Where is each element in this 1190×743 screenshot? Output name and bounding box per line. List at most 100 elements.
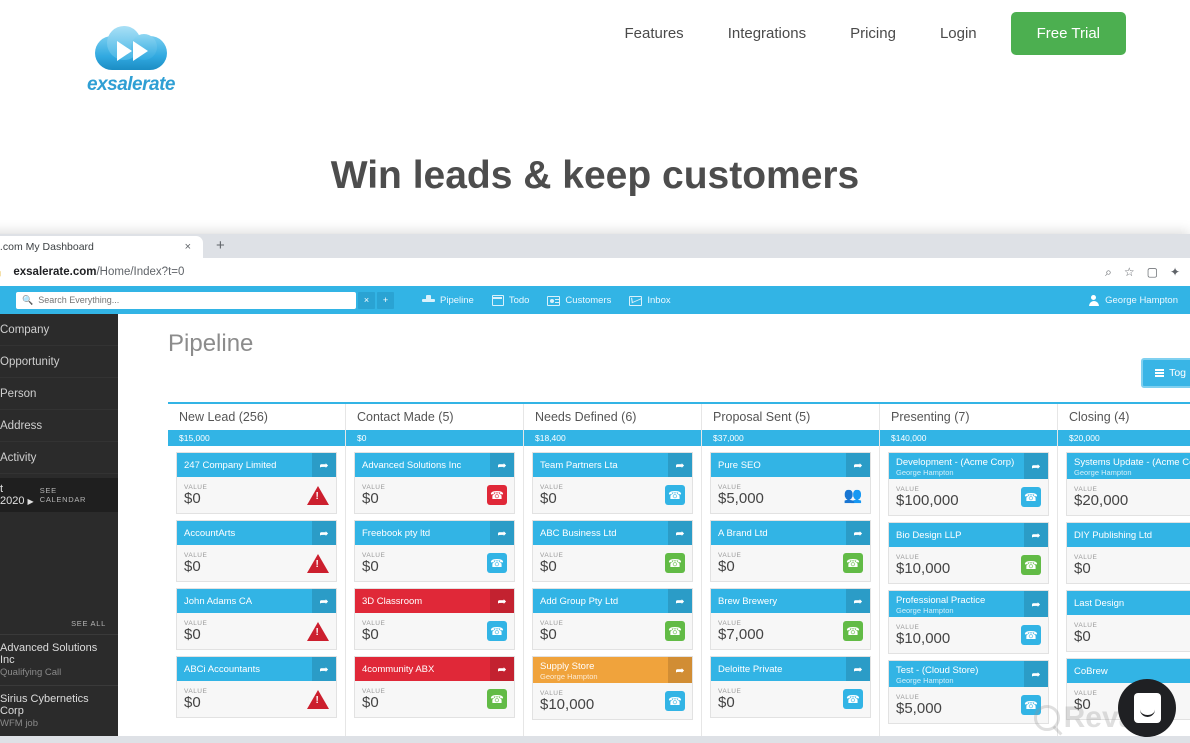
toggle-button[interactable]: Tog: [1141, 358, 1190, 388]
opportunity-card[interactable]: 4community ABX ➦ VALUE $0 ☎: [354, 656, 515, 718]
address-bar[interactable]: exsalerate.com/Home/Index?t=0: [13, 266, 1095, 278]
share-arrow-icon[interactable]: ➦: [312, 521, 336, 545]
phone-icon[interactable]: ☎: [487, 689, 507, 709]
card-header[interactable]: CoBrew➦: [1067, 659, 1190, 683]
opportunity-card[interactable]: Team Partners Lta ➦ VALUE $0 ☎: [532, 452, 693, 514]
card-header[interactable]: Test - (Cloud Store) George Hampton ➦: [889, 661, 1048, 687]
share-arrow-icon[interactable]: ➦: [846, 589, 870, 613]
search-input[interactable]: [38, 295, 350, 305]
share-arrow-icon[interactable]: ➦: [668, 657, 692, 683]
zoom-icon[interactable]: ⌕: [1105, 265, 1112, 280]
share-arrow-icon[interactable]: ➦: [668, 589, 692, 613]
card-header[interactable]: 4community ABX ➦: [355, 657, 514, 681]
see-calendar-link[interactable]: SEE CALENDAR: [40, 486, 106, 504]
new-tab-icon[interactable]: +: [216, 238, 225, 254]
people-icon[interactable]: 👥: [843, 485, 863, 505]
warning-icon[interactable]: [307, 689, 329, 709]
share-arrow-icon[interactable]: ➦: [1024, 453, 1048, 479]
see-all-link[interactable]: SEE ALL: [71, 619, 106, 628]
nav-item-integrations[interactable]: Integrations: [706, 15, 828, 52]
app-nav-inbox[interactable]: Inbox: [629, 295, 671, 306]
card-header[interactable]: 3D Classroom ➦: [355, 589, 514, 613]
share-arrow-icon[interactable]: ➦: [1024, 661, 1048, 687]
card-header[interactable]: Pure SEO ➦: [711, 453, 870, 477]
phone-icon[interactable]: ☎: [843, 553, 863, 573]
opportunity-card[interactable]: John Adams CA ➦ VALUE $0: [176, 588, 337, 650]
phone-icon[interactable]: ☎: [1021, 695, 1041, 715]
card-header[interactable]: John Adams CA ➦: [177, 589, 336, 613]
user-menu[interactable]: George Hampton: [1088, 294, 1178, 306]
phone-icon[interactable]: ☎: [665, 485, 685, 505]
opportunity-card[interactable]: 247 Company Limited ➦ VALUE $0: [176, 452, 337, 514]
chat-widget-button[interactable]: [1118, 679, 1176, 737]
phone-icon[interactable]: ☎: [1021, 625, 1041, 645]
search-add-button[interactable]: +: [377, 291, 394, 309]
browser-tab[interactable]: erate.com My Dashboard ×: [0, 236, 203, 258]
card-header[interactable]: A Brand Ltd ➦: [711, 521, 870, 545]
card-header[interactable]: Development - (Acme Corp) George Hampton ➦: [889, 453, 1048, 479]
opportunity-card[interactable]: AccountArts ➦ VALUE $0: [176, 520, 337, 582]
share-arrow-icon[interactable]: ➦: [846, 521, 870, 545]
card-header[interactable]: ABC Business Ltd ➦: [533, 521, 692, 545]
sidebar-item-activity[interactable]: Activity: [0, 442, 118, 474]
card-header[interactable]: ABCi Accountants ➦: [177, 657, 336, 681]
app-nav-todo[interactable]: Todo: [491, 294, 529, 306]
opportunity-card[interactable]: Test - (Cloud Store) George Hampton ➦ VALUE…: [888, 660, 1049, 724]
search-box[interactable]: 🔍: [16, 291, 356, 309]
opportunity-card[interactable]: Supply Store George Hampton ➦ VALUE $10,000 ☎: [532, 656, 693, 720]
phone-icon[interactable]: ☎: [665, 621, 685, 641]
card-header[interactable]: Professional Practice George Hampton ➦: [889, 591, 1048, 617]
sidebar-task-item[interactable]: Advanced Solutions Inc Qualifying Call: [0, 634, 118, 685]
card-header[interactable]: Team Partners Lta ➦: [533, 453, 692, 477]
sidebar-item-person[interactable]: Person: [0, 378, 118, 410]
sidebar-task-item[interactable]: Sirius Cybernetics Corp WFM job: [0, 685, 118, 736]
extensions-puzzle-icon[interactable]: ✦: [1170, 265, 1180, 279]
warning-icon[interactable]: [307, 621, 329, 641]
card-header[interactable]: Systems Update - (Acme Corp)George Hampt…: [1067, 453, 1190, 479]
sidebar-item-company[interactable]: Company: [0, 314, 118, 346]
opportunity-card[interactable]: Professional Practice George Hampton ➦ VALU…: [888, 590, 1049, 654]
opportunity-card[interactable]: ABCi Accountants ➦ VALUE $0: [176, 656, 337, 718]
share-arrow-icon[interactable]: ➦: [490, 453, 514, 477]
card-header[interactable]: Bio Design LLP ➦: [889, 523, 1048, 547]
close-icon[interactable]: ×: [181, 241, 195, 253]
warning-icon[interactable]: [307, 485, 329, 505]
card-header[interactable]: Advanced Solutions Inc ➦: [355, 453, 514, 477]
sidebar-item-address[interactable]: Address: [0, 410, 118, 442]
warning-icon[interactable]: [307, 553, 329, 573]
phone-icon[interactable]: ☎: [665, 553, 685, 573]
share-arrow-icon[interactable]: ➦: [668, 521, 692, 545]
card-header[interactable]: AccountArts ➦: [177, 521, 336, 545]
phone-icon[interactable]: ☎: [665, 691, 685, 711]
bookmark-star-icon[interactable]: ☆: [1124, 265, 1135, 279]
share-arrow-icon[interactable]: ➦: [490, 521, 514, 545]
opportunity-card[interactable]: Systems Update - (Acme Corp)George Hampt…: [1066, 452, 1190, 516]
opportunity-card[interactable]: Pure SEO ➦ VALUE $5,000 👥: [710, 452, 871, 514]
opportunity-card[interactable]: DIY Publishing Ltd➦ VALUE$0: [1066, 522, 1190, 584]
card-header[interactable]: Brew Brewery ➦: [711, 589, 870, 613]
opportunity-card[interactable]: Development - (Acme Corp) George Hampton ➦…: [888, 452, 1049, 516]
phone-icon[interactable]: ☎: [487, 621, 507, 641]
share-arrow-icon[interactable]: ➦: [312, 453, 336, 477]
search-clear-button[interactable]: ×: [358, 291, 375, 309]
opportunity-card[interactable]: A Brand Ltd ➦ VALUE $0 ☎: [710, 520, 871, 582]
share-arrow-icon[interactable]: ➦: [1024, 591, 1048, 617]
phone-icon[interactable]: ☎: [843, 689, 863, 709]
chevron-right-icon[interactable]: ▶: [27, 497, 33, 506]
app-nav-pipeline[interactable]: Pipeline: [422, 294, 474, 306]
nav-item-login[interactable]: Login: [918, 15, 999, 52]
share-arrow-icon[interactable]: ➦: [846, 453, 870, 477]
exsalerate-logo[interactable]: exsalerate: [85, 24, 177, 96]
share-arrow-icon[interactable]: ➦: [1024, 523, 1048, 547]
cast-icon[interactable]: ▢: [1147, 265, 1158, 279]
opportunity-card[interactable]: Last Design➦VALUE$0☎: [1066, 590, 1190, 652]
opportunity-card[interactable]: Deloitte Private ➦ VALUE $0 ☎: [710, 656, 871, 718]
share-arrow-icon[interactable]: ➦: [668, 453, 692, 477]
share-arrow-icon[interactable]: ➦: [312, 589, 336, 613]
opportunity-card[interactable]: Bio Design LLP ➦ VALUE $10,000 ☎: [888, 522, 1049, 584]
opportunity-card[interactable]: Add Group Pty Ltd ➦ VALUE $0 ☎: [532, 588, 693, 650]
opportunity-card[interactable]: 3D Classroom ➦ VALUE $0 ☎: [354, 588, 515, 650]
opportunity-card[interactable]: ABC Business Ltd ➦ VALUE $0 ☎: [532, 520, 693, 582]
free-trial-button[interactable]: Free Trial: [1010, 12, 1126, 55]
card-header[interactable]: Supply Store George Hampton ➦: [533, 657, 692, 683]
